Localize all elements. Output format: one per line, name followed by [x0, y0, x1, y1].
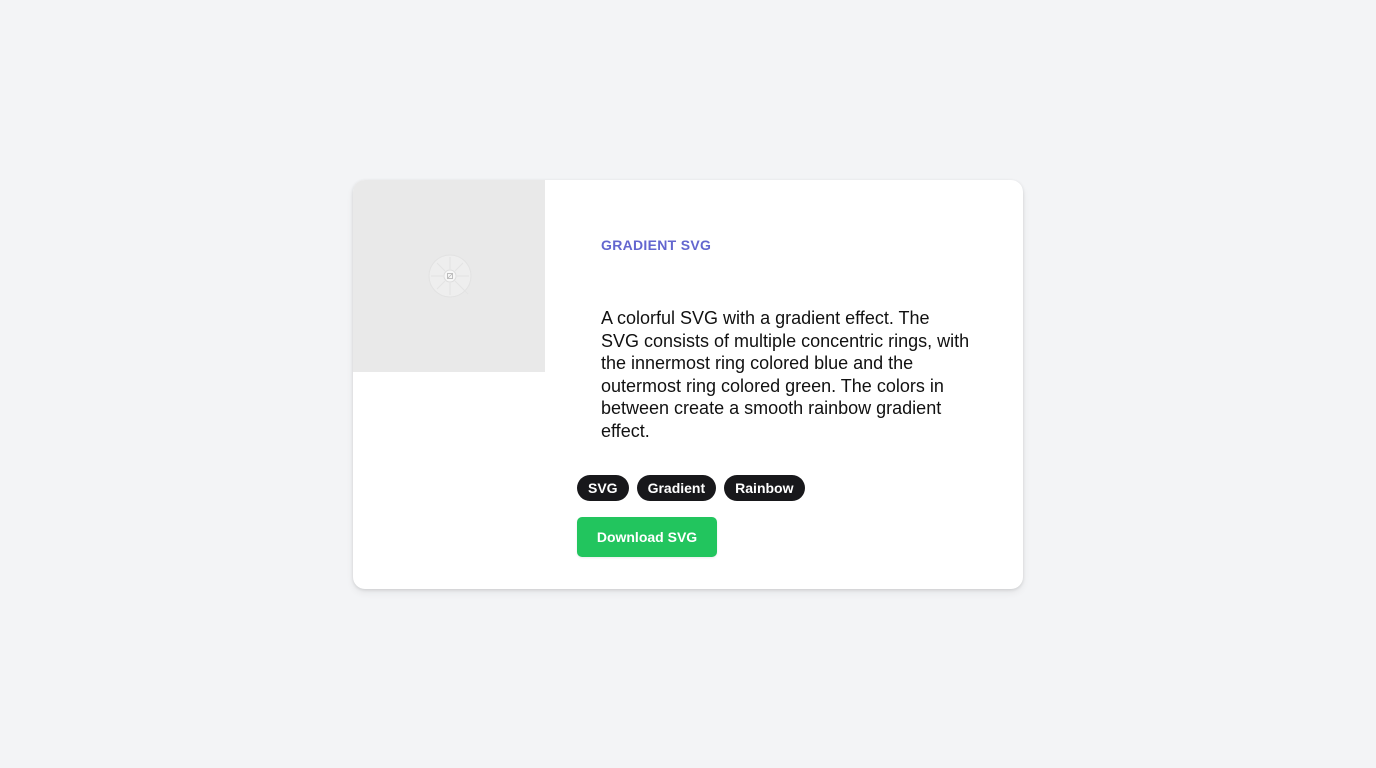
svg-card: GRADIENT SVG A colorful SVG with a gradi… — [353, 180, 1023, 589]
svg-preview — [353, 180, 545, 372]
download-svg-button[interactable]: Download SVG — [577, 517, 717, 557]
broken-image-icon — [428, 254, 472, 298]
tag-list: SVG Gradient Rainbow — [577, 475, 805, 501]
svg-description: A colorful SVG with a gradient effect. T… — [601, 308, 970, 441]
tag-rainbow[interactable]: Rainbow — [724, 475, 805, 501]
tag-svg[interactable]: SVG — [577, 475, 629, 501]
tag-gradient[interactable]: Gradient — [636, 475, 717, 501]
category-label: GRADIENT SVG — [601, 237, 712, 253]
